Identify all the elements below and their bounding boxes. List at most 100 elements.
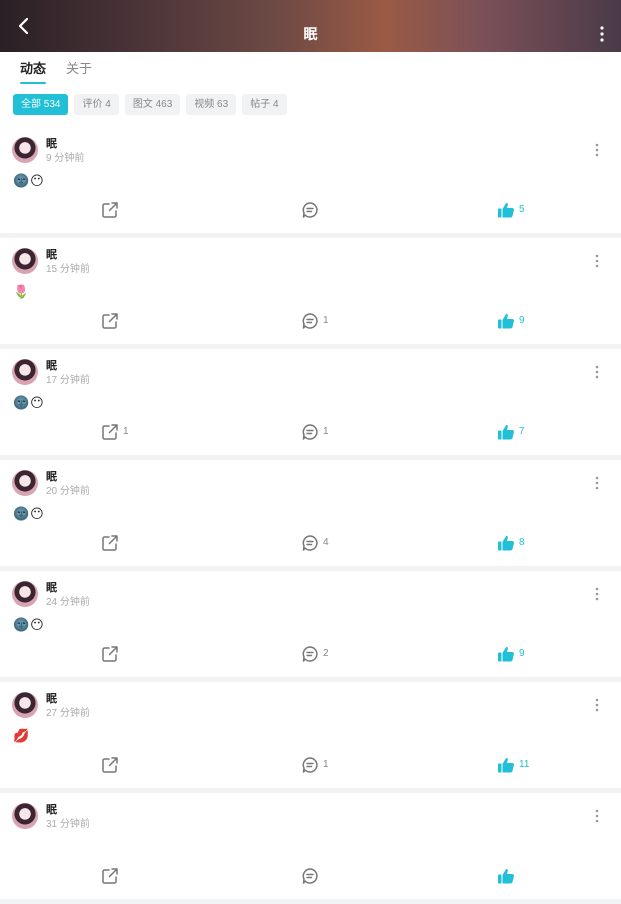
like-button[interactable]: 9 [497,311,525,331]
post-more-icon[interactable] [595,365,599,379]
filter-chip-threads[interactable]: 帖子 4 [242,94,287,115]
comment-button[interactable]: 1 [301,755,329,775]
comment-icon [302,646,318,662]
post-username[interactable]: 眠 [46,248,57,262]
like-button[interactable]: 7 [497,422,525,442]
post-card[interactable]: 眠 20 分钟前 🌚😶 4 8 [0,460,621,571]
thumbs-up-icon [498,424,514,440]
comment-button[interactable]: 1 [301,311,329,331]
post-more-icon[interactable] [595,587,599,601]
comment-button[interactable]: 2 [301,644,329,664]
post-feed: 眠 9 分钟前 🌚😶 5 眠 15 分钟前 🌷 1 9 眠 17 分钟前 🌚😶 … [0,127,621,904]
post-actions [0,866,621,886]
post-more-icon[interactable] [595,476,599,490]
comment-icon [302,535,318,551]
post-content: 🌚😶 [13,395,45,410]
thumbs-up-icon [498,202,514,218]
tab-activity[interactable]: 动态 [20,60,46,78]
post-content: 💋 [13,728,31,743]
like-button[interactable]: 11 [497,755,529,775]
share-count: 1 [123,426,129,437]
post-content: 🌷 [13,284,31,299]
post-username[interactable]: 眠 [46,692,57,706]
comment-count: 1 [323,759,329,770]
share-button[interactable] [101,866,123,886]
share-button[interactable] [101,200,123,220]
like-count: 11 [519,759,530,770]
comment-button[interactable]: 1 [301,422,329,442]
filter-chips: 全部 534 评价 4 图文 463 视频 63 帖子 4 [13,94,287,116]
post-timestamp: 17 分钟前 [46,375,90,386]
comment-icon [302,868,318,884]
share-icon [102,424,118,440]
like-button[interactable]: 8 [497,533,525,553]
comment-button[interactable] [301,200,323,220]
post-timestamp: 15 分钟前 [46,264,90,275]
avatar[interactable] [12,248,38,274]
post-actions: 2 9 [0,644,621,664]
post-card[interactable]: 眠 31 分钟前 [0,793,621,904]
post-timestamp: 31 分钟前 [46,819,90,830]
post-card[interactable]: 眠 9 分钟前 🌚😶 5 [0,127,621,238]
share-button[interactable] [101,755,123,775]
like-button[interactable]: 9 [497,644,525,664]
share-icon [102,313,118,329]
filter-chip-all[interactable]: 全部 534 [13,94,69,115]
post-more-icon[interactable] [595,698,599,712]
post-actions: 4 8 [0,533,621,553]
thumbs-up-icon [498,535,514,551]
share-icon [102,757,118,773]
tab-about[interactable]: 关于 [66,60,92,78]
share-button[interactable] [101,311,123,331]
avatar[interactable] [12,581,38,607]
post-username[interactable]: 眠 [46,803,57,817]
post-more-icon[interactable] [595,254,599,268]
thumbs-up-icon [498,313,514,329]
thumbs-up-icon [498,757,514,773]
active-tab-indicator [20,82,46,84]
post-timestamp: 9 分钟前 [46,153,85,164]
post-timestamp: 24 分钟前 [46,597,90,608]
share-button[interactable]: 1 [101,422,129,442]
avatar[interactable] [12,692,38,718]
share-icon [102,646,118,662]
share-button[interactable] [101,644,123,664]
comment-button[interactable]: 4 [301,533,329,553]
post-card[interactable]: 眠 24 分钟前 🌚😶 2 9 [0,571,621,682]
post-card[interactable]: 眠 15 分钟前 🌷 1 9 [0,238,621,349]
filter-chip-posts-images[interactable]: 图文 463 [124,94,181,115]
filter-chip-videos[interactable]: 视频 63 [186,94,237,115]
like-button[interactable] [497,866,519,886]
comment-button[interactable] [301,866,323,886]
like-button[interactable]: 5 [497,200,525,220]
post-more-icon[interactable] [595,143,599,157]
post-username[interactable]: 眠 [46,137,57,151]
share-icon [102,535,118,551]
avatar[interactable] [12,359,38,385]
avatar[interactable] [12,137,38,163]
post-more-icon[interactable] [595,809,599,823]
post-content: 🌚😶 [13,173,45,188]
filter-chip-reviews[interactable]: 评价 4 [74,94,119,115]
avatar[interactable] [12,470,38,496]
post-actions: 1 9 [0,311,621,331]
like-count: 7 [519,426,525,437]
post-timestamp: 20 分钟前 [46,486,90,497]
comment-count: 1 [323,426,329,437]
more-vertical-icon[interactable] [599,26,605,42]
post-username[interactable]: 眠 [46,581,57,595]
comment-icon [302,202,318,218]
comment-icon [302,757,318,773]
post-username[interactable]: 眠 [46,470,57,484]
thumbs-up-icon [498,868,514,884]
post-card[interactable]: 眠 17 分钟前 🌚😶 1 1 7 [0,349,621,460]
comment-count: 1 [323,315,329,326]
thumbs-up-icon [498,646,514,662]
post-content: 🌚😶 [13,617,45,632]
post-username[interactable]: 眠 [46,359,57,373]
share-button[interactable] [101,533,123,553]
post-card[interactable]: 眠 27 分钟前 💋 1 11 [0,682,621,793]
like-count: 9 [519,315,525,326]
avatar[interactable] [12,803,38,829]
share-icon [102,868,118,884]
